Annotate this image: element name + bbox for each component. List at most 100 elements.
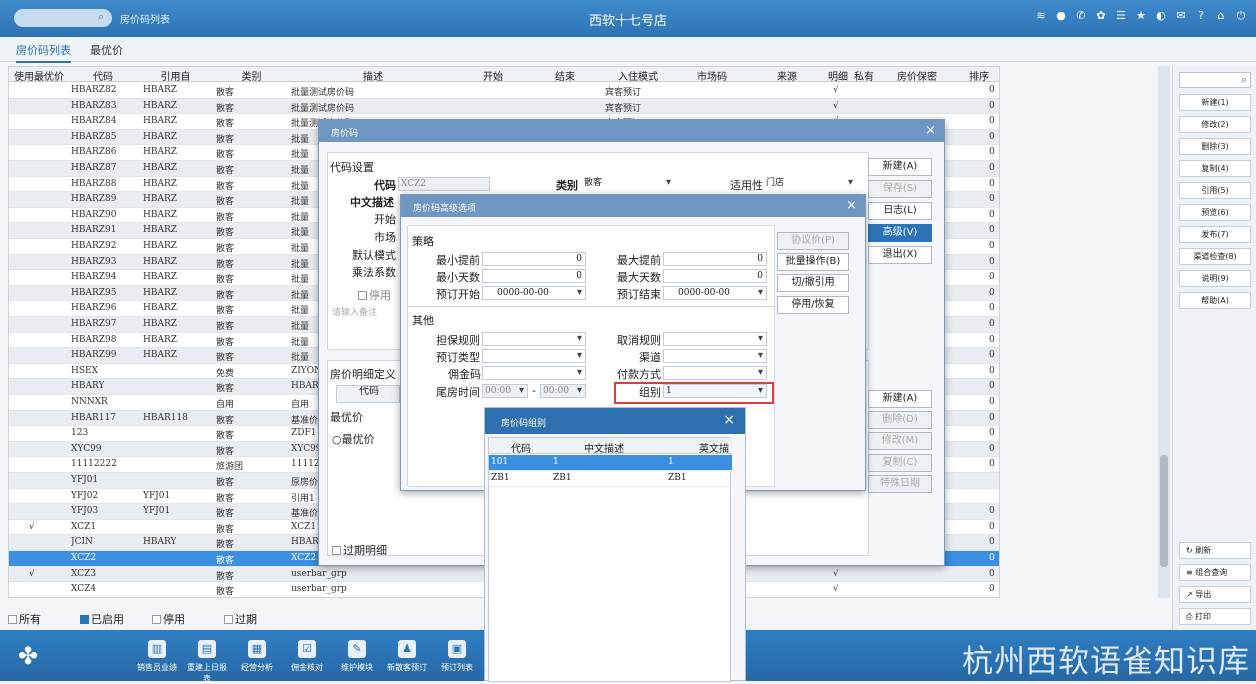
palette-icon[interactable]: ✿ xyxy=(1094,9,1108,23)
min-advance-field[interactable]: 0 xyxy=(482,252,586,266)
footer-button[interactable]: ✎ 维护模块 xyxy=(334,640,380,673)
grid-scroll-thumb[interactable] xyxy=(1160,455,1168,567)
best-price-radio[interactable]: ○最优价 xyxy=(332,431,375,447)
expired-detail-checkbox[interactable]: 过期明细 xyxy=(332,542,387,558)
filter-expired[interactable]: 过期 xyxy=(224,611,257,627)
right-search-input[interactable]: ⌕ xyxy=(1179,72,1251,88)
column-header[interactable]: 引用自 xyxy=(137,68,214,83)
table-row[interactable]: HBARZ82 HBARZ 散客 批量测试房价码 宾客预订 √ 0 xyxy=(9,83,999,99)
log-button[interactable]: 日志(L) xyxy=(868,202,932,220)
booking-end-select[interactable]: 0000-00-00 xyxy=(663,286,767,300)
footer-button[interactable]: ▦ 经营分析 xyxy=(234,640,280,673)
column-header[interactable]: 排序 xyxy=(957,68,999,83)
grid-app-icon[interactable]: ✤ xyxy=(18,642,38,670)
wifi-icon[interactable]: ≋ xyxy=(1034,9,1048,23)
footer-button[interactable]: ▣ 预订列表 xyxy=(434,640,480,673)
group-row[interactable]: ZB1 ZB1 ZB1 xyxy=(489,471,732,487)
detail-delete-button[interactable]: 删除(D) xyxy=(868,411,932,429)
column-header[interactable]: 明细 xyxy=(825,68,851,83)
action-button[interactable]: 渠道检查(8) xyxy=(1179,248,1251,265)
column-header[interactable]: 市场码 xyxy=(675,68,749,83)
expired-detail-box[interactable] xyxy=(332,545,341,555)
column-header[interactable]: 类别 xyxy=(214,68,289,83)
filter-stopped-checkbox[interactable] xyxy=(152,614,161,624)
exit-button[interactable]: 退出(X) xyxy=(868,246,932,264)
footer-button[interactable]: ♟ 新散客预订 xyxy=(384,640,430,673)
table-row[interactable]: HBARZ83 HBARZ 散客 批量测试房价码 宾客预订 √ 0 xyxy=(9,98,999,115)
footer-button[interactable]: ▤ 重建上日报表 xyxy=(184,640,230,684)
list-icon[interactable]: ☰ xyxy=(1114,9,1128,23)
home-icon[interactable]: ⌂ xyxy=(1214,9,1228,23)
column-header[interactable]: 代码 xyxy=(69,68,137,83)
max-advance-field[interactable]: 0 xyxy=(663,252,767,266)
mail-icon[interactable]: ✉ xyxy=(1174,9,1188,23)
batch-operation-button[interactable]: 批量操作(B) xyxy=(777,253,849,271)
close-icon[interactable]: × xyxy=(846,198,857,213)
detail-copy-button[interactable]: 复制(C) xyxy=(868,454,932,472)
stop-box[interactable] xyxy=(358,290,367,300)
action-button[interactable]: ≡ 组合查询 xyxy=(1179,564,1251,581)
column-header[interactable]: 描述 xyxy=(289,68,457,83)
action-button[interactable]: ↗ 导出 xyxy=(1179,586,1251,603)
phone-icon[interactable]: ✆ xyxy=(1074,9,1088,23)
help-icon[interactable]: ? xyxy=(1194,9,1208,23)
group-row[interactable]: 101 1 1 xyxy=(489,455,732,471)
stop-checkbox[interactable]: 停用 xyxy=(358,287,391,303)
filter-all-checkbox[interactable] xyxy=(8,614,17,624)
filter-expired-checkbox[interactable] xyxy=(224,614,233,624)
action-button[interactable]: ⎙ 打印 xyxy=(1179,608,1251,625)
action-button[interactable]: 发布(7) xyxy=(1179,226,1251,243)
applicability-select[interactable]: 门店 xyxy=(764,177,856,191)
action-button[interactable]: 删除(3) xyxy=(1179,138,1251,155)
detail-new-button[interactable]: 新建(A) xyxy=(868,390,932,408)
guarantee-select[interactable] xyxy=(482,332,586,346)
column-header[interactable]: 私有 xyxy=(851,68,877,83)
column-header[interactable]: 结束 xyxy=(529,68,601,83)
filter-stopped[interactable]: 停用 xyxy=(152,611,185,627)
new-button[interactable]: 新建(A) xyxy=(868,158,932,176)
tail-time-from[interactable]: 00:00 xyxy=(482,384,528,398)
column-header[interactable]: 开始 xyxy=(457,68,529,83)
filter-enabled[interactable]: 已启用 xyxy=(80,611,124,627)
moon-icon[interactable]: ◐ xyxy=(1154,9,1168,23)
special-date-button[interactable]: 特殊日期 xyxy=(868,475,932,493)
save-button[interactable]: 保存(S) xyxy=(868,180,932,198)
close-icon[interactable]: × xyxy=(723,412,735,428)
switch-reference-button[interactable]: 切/撤引用 xyxy=(777,274,849,292)
filter-all[interactable]: 所有 xyxy=(8,611,41,627)
tail-time-to[interactable]: 00:00 xyxy=(540,384,586,398)
action-button[interactable]: 预览(6) xyxy=(1179,204,1251,221)
tab-rate-code-list[interactable]: 房价码列表 xyxy=(16,42,71,63)
min-days-field[interactable]: 0 xyxy=(482,269,586,283)
action-button[interactable]: 说明(9) xyxy=(1179,270,1251,287)
channel-select[interactable] xyxy=(663,349,767,363)
footer-button[interactable]: ▥ 销售员业绩 xyxy=(134,640,180,673)
footer-button[interactable]: ☑ 佣金核对 xyxy=(284,640,330,673)
power-icon[interactable]: ⏻ xyxy=(1234,9,1248,23)
action-button[interactable]: 引用(5) xyxy=(1179,182,1251,199)
tab-best-price[interactable]: 最优价 xyxy=(90,42,123,58)
action-button[interactable]: 修改(2) xyxy=(1179,116,1251,133)
code-field[interactable]: XCZ2 xyxy=(398,177,490,191)
action-button[interactable]: ↻ 刷新 xyxy=(1179,542,1251,559)
action-button[interactable]: 帮助(A) xyxy=(1179,292,1251,309)
max-days-field[interactable]: 0 xyxy=(663,269,767,283)
column-header[interactable]: 使用最优价 xyxy=(9,68,69,83)
category-select[interactable]: 散客 xyxy=(582,177,674,191)
column-header[interactable]: 入住模式 xyxy=(601,68,675,83)
action-button[interactable]: 复制(4) xyxy=(1179,160,1251,177)
commission-select[interactable] xyxy=(482,366,586,380)
agreement-price-button[interactable]: 协议价(P) xyxy=(777,232,849,250)
search-icon[interactable]: ⌕ xyxy=(1241,73,1247,87)
cancel-select[interactable] xyxy=(663,332,767,346)
close-icon[interactable]: × xyxy=(925,123,936,138)
chat-icon[interactable]: ● xyxy=(1054,9,1068,23)
stop-restore-button[interactable]: 停用/恢复 xyxy=(777,296,849,314)
detail-edit-button[interactable]: 修改(M) xyxy=(868,432,932,450)
filter-enabled-checkbox[interactable] xyxy=(80,614,89,624)
booking-start-select[interactable]: 0000-00-00 xyxy=(482,286,586,300)
column-header[interactable]: 房价保密 xyxy=(877,68,957,83)
action-button[interactable]: 新建(1) xyxy=(1179,94,1251,111)
payment-select[interactable] xyxy=(663,366,767,380)
booking-type-select[interactable] xyxy=(482,349,586,363)
